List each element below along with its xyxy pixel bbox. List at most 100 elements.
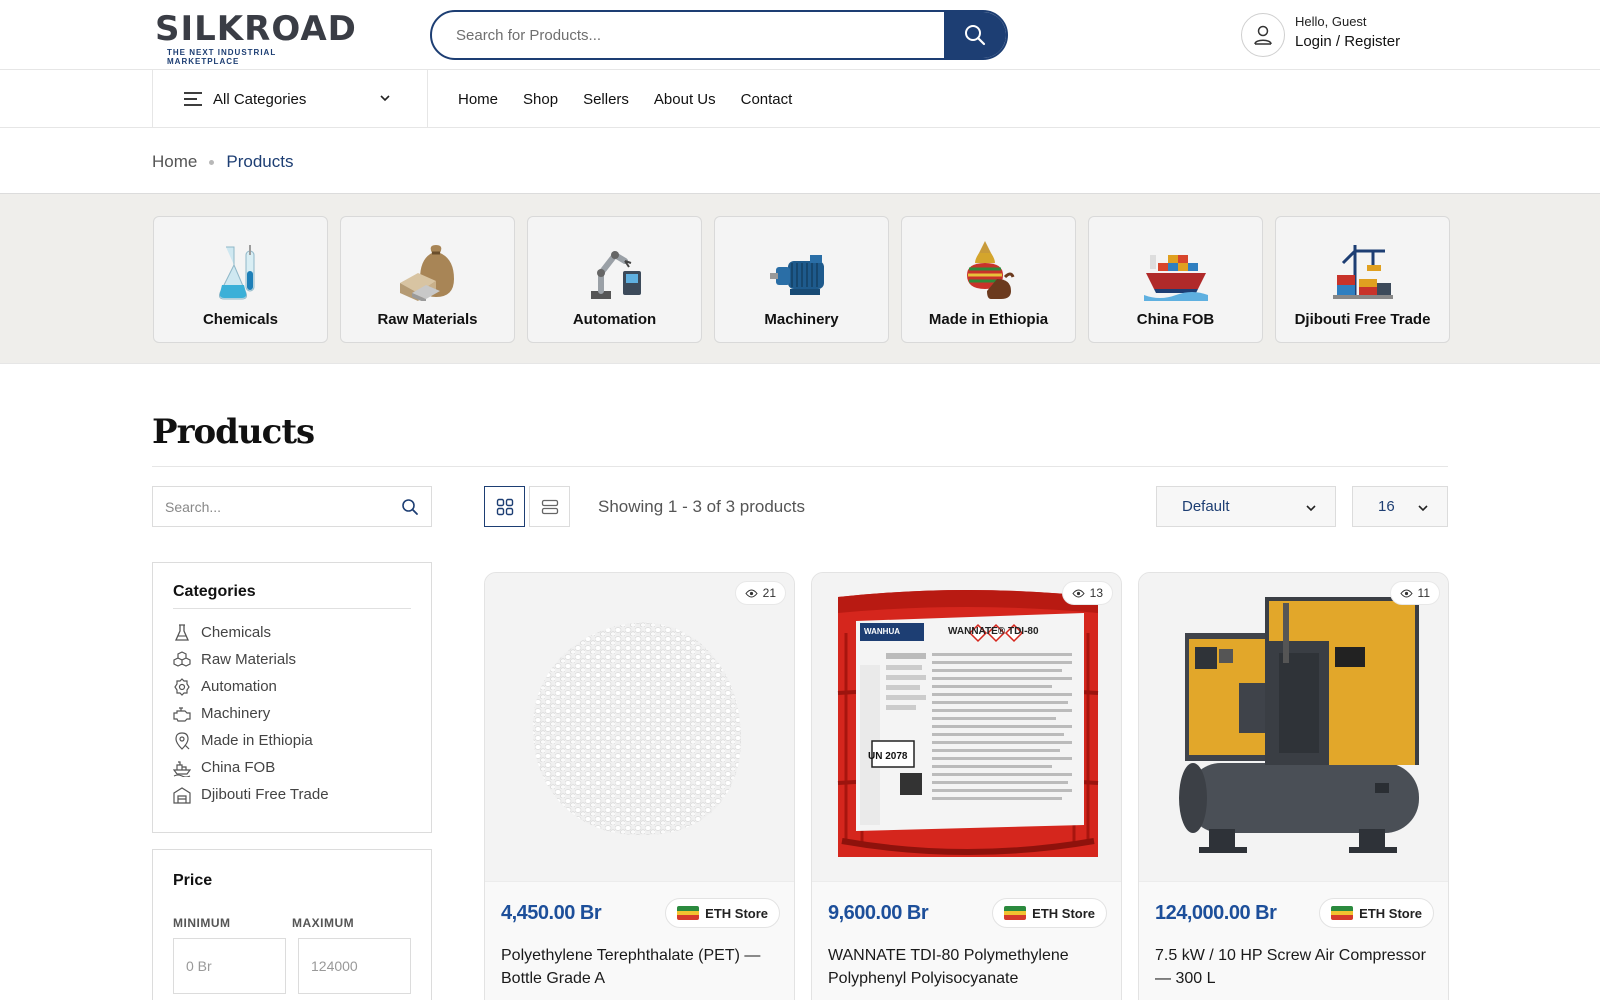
category-card-label: Raw Materials [377, 311, 478, 328]
product-info: 4,450.00 Br ETH Store Polyethylene Terep… [485, 881, 794, 1000]
product-info: 9,600.00 Br ETH Store WANNATE TDI-80 Pol… [812, 881, 1121, 1000]
nav-link-sellers[interactable]: Sellers [583, 91, 629, 108]
all-categories-dropdown[interactable]: All Categories [152, 70, 428, 128]
header-search [430, 10, 1008, 60]
category-list-label: Automation [201, 678, 277, 695]
breadcrumb-separator [209, 159, 215, 165]
ethiopia-flag-icon [1331, 906, 1354, 920]
category-list-item-raw-materials[interactable]: Raw Materials [173, 646, 411, 673]
login-register-link[interactable]: Login / Register [1295, 33, 1400, 50]
category-list-item-djibouti-free-trade[interactable]: Djibouti Free Trade [173, 781, 411, 808]
nav-link-shop[interactable]: Shop [523, 91, 558, 108]
eye-icon [1399, 589, 1413, 597]
category-card-label: Djibouti Free Trade [1294, 311, 1431, 328]
product-card[interactable]: 21 4,450.00 Br ETH Store Polyethylene Te… [484, 572, 795, 1000]
view-count-value: 21 [762, 586, 776, 600]
grid-view-button[interactable] [484, 486, 525, 527]
header-search-input[interactable] [432, 12, 948, 58]
drum-title-label: WANNATE® TDI-80 [948, 626, 1039, 637]
category-card-automation[interactable]: Automation [527, 216, 702, 343]
product-card[interactable]: WANHUA WANNATE® TDI-80 UN 2078 13 9,600.… [811, 572, 1122, 1000]
category-list: Chemicals Raw Materials Automation Machi… [173, 619, 411, 808]
price-filter-title: Price [173, 872, 213, 889]
per-page-select-value: 16 [1378, 498, 1395, 515]
chevron-down-icon [380, 95, 390, 102]
sidebar-search-input[interactable] [153, 487, 383, 526]
category-list-item-automation[interactable]: Automation [173, 673, 411, 700]
basket-icon [954, 237, 1024, 301]
category-card-chemicals[interactable]: Chemicals [153, 216, 328, 343]
category-card-label: Machinery [764, 311, 839, 328]
price-max-input[interactable] [298, 938, 411, 994]
eye-icon [1072, 589, 1085, 597]
category-list-label: Raw Materials [201, 651, 297, 668]
category-card-raw-materials[interactable]: Raw Materials [340, 216, 515, 343]
price-min-input[interactable] [173, 938, 286, 994]
raw-materials-icon [393, 237, 463, 301]
category-strip: Chemicals Raw Materials Automation Machi… [0, 193, 1600, 364]
drum-un-label: UN 2078 [868, 751, 908, 762]
robot-arm-icon [580, 237, 650, 301]
store-badge[interactable]: ETH Store [992, 898, 1107, 928]
product-image-air-compressor[interactable]: 11 [1139, 573, 1448, 881]
category-list-item-machinery[interactable]: Machinery [173, 700, 411, 727]
search-icon[interactable] [401, 498, 419, 516]
category-card-label: China FOB [1136, 311, 1215, 328]
page-title: Products [152, 412, 315, 452]
product-image-pet-pellets[interactable]: 21 [485, 573, 794, 881]
category-list-item-china-fob[interactable]: China FOB [173, 754, 411, 781]
silkroad-logo[interactable]: SILKROAD THE NEXT INDUSTRIAL MARKETPLACE [155, 9, 357, 66]
nav-link-home[interactable]: Home [458, 91, 498, 108]
sort-select-value: Default [1182, 498, 1230, 515]
breadcrumb-current: Products [226, 152, 294, 171]
category-list-item-chemicals[interactable]: Chemicals [173, 619, 411, 646]
sidebar-search [152, 486, 432, 527]
categories-panel: Categories Chemicals Raw Materials Autom… [152, 562, 432, 833]
nav-link-contact[interactable]: Contact [741, 91, 793, 108]
user-icon [1254, 25, 1272, 45]
ethiopia-flag-icon [1004, 906, 1027, 920]
search-icon [965, 25, 986, 46]
logo-tagline: THE NEXT INDUSTRIAL MARKETPLACE [167, 48, 277, 66]
view-count: 11 [1389, 581, 1440, 605]
header-search-button[interactable] [944, 12, 1006, 58]
per-page-select[interactable]: 16 [1352, 486, 1448, 527]
flask-icon [206, 237, 276, 301]
product-name[interactable]: 7.5 kW / 10 HP Screw Air Compressor — 30… [1155, 944, 1435, 990]
category-card-machinery[interactable]: Machinery [714, 216, 889, 343]
account-button[interactable] [1241, 13, 1285, 57]
categories-panel-title: Categories [173, 583, 411, 609]
store-badge[interactable]: ETH Store [665, 898, 780, 928]
product-name[interactable]: WANNATE TDI-80 Polymethylene Polyphenyl … [828, 944, 1108, 990]
boxes-icon [173, 650, 191, 669]
product-card[interactable]: 11 124,000.00 Br ETH Store 7.5 kW / 10 H… [1138, 572, 1449, 1000]
menu-icon [184, 92, 202, 106]
list-icon [541, 499, 558, 514]
category-list-item-made-in-ethiopia[interactable]: Made in Ethiopia [173, 727, 411, 754]
product-name[interactable]: Polyethylene Terephthalate (PET) — Bottl… [501, 944, 781, 990]
breadcrumb: Home Products [152, 152, 293, 172]
price-filter-panel: Price MINIMUM MAXIMUM [152, 849, 432, 1000]
list-view-button[interactable] [529, 486, 570, 527]
logo-wordmark: SILKROAD [155, 9, 357, 49]
breadcrumb-home[interactable]: Home [152, 152, 197, 172]
sort-select[interactable]: Default [1156, 486, 1336, 527]
category-card-djibouti-free-trade[interactable]: Djibouti Free Trade [1275, 216, 1450, 343]
location-icon [173, 731, 191, 750]
view-count: 13 [1061, 581, 1113, 605]
category-card-made-in-ethiopia[interactable]: Made in Ethiopia [901, 216, 1076, 343]
results-count: Showing 1 - 3 of 3 products [598, 497, 805, 516]
flask-icon [173, 623, 191, 642]
ship-icon [173, 759, 191, 777]
gear-icon [173, 677, 191, 696]
product-price: 9,600.00 Br [828, 902, 929, 924]
price-min-label: MINIMUM [173, 916, 231, 930]
view-count-value: 13 [1089, 586, 1103, 600]
category-list-label: Djibouti Free Trade [201, 786, 329, 803]
category-list-label: China FOB [201, 759, 276, 776]
product-image-wannate-drum[interactable]: WANHUA WANNATE® TDI-80 UN 2078 13 [812, 573, 1121, 881]
motor-icon [767, 237, 837, 301]
store-badge[interactable]: ETH Store [1319, 898, 1434, 928]
category-card-china-fob[interactable]: China FOB [1088, 216, 1263, 343]
nav-link-about-us[interactable]: About Us [654, 91, 716, 108]
